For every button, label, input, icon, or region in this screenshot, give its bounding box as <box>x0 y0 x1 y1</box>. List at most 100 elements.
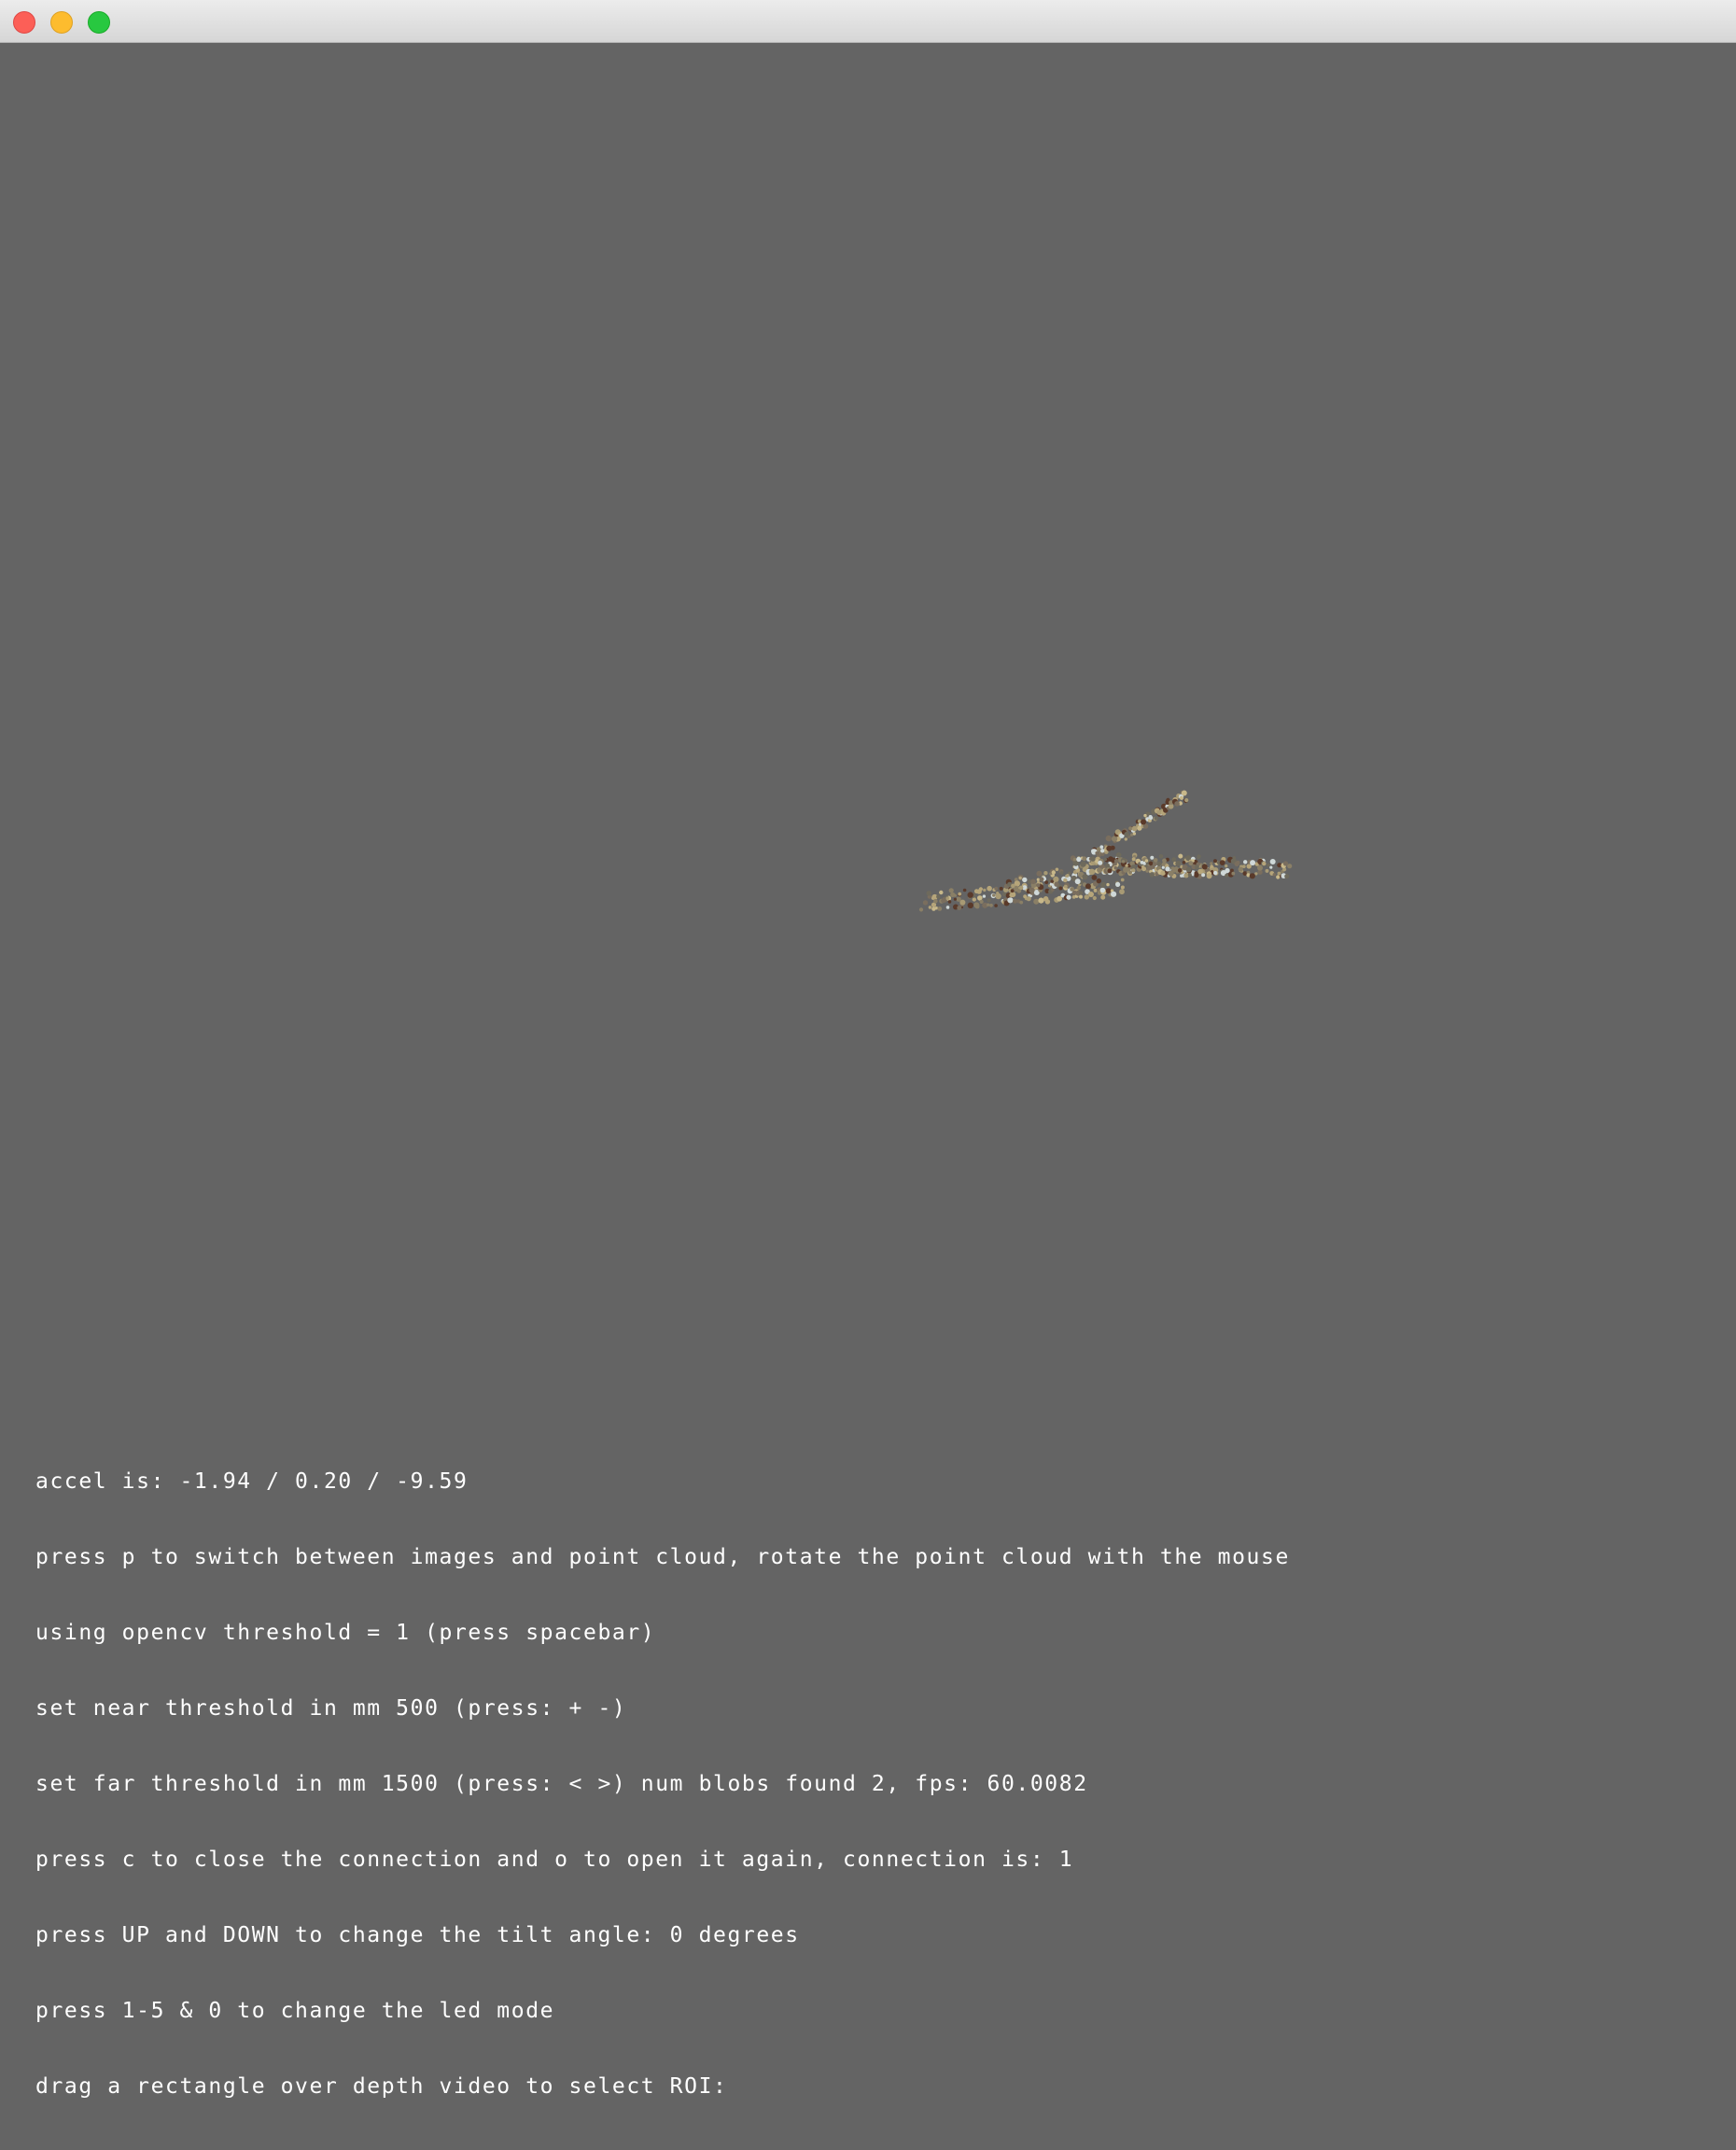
point <box>1106 845 1113 851</box>
point <box>1120 885 1125 890</box>
point <box>1175 860 1182 866</box>
point <box>1043 871 1048 876</box>
point <box>1085 883 1091 890</box>
point <box>1179 795 1184 800</box>
point <box>1039 877 1044 882</box>
point <box>1038 897 1044 904</box>
point <box>1269 865 1273 869</box>
zoom-button[interactable] <box>88 11 110 34</box>
point <box>1160 870 1166 876</box>
point <box>1009 892 1014 898</box>
point <box>1213 859 1217 864</box>
tilt-angle-hint: press UP and DOWN to change the tilt ang… <box>35 1923 800 1947</box>
view-toggle-hint: press p to switch between images and poi… <box>35 1545 1290 1569</box>
point <box>1050 879 1054 883</box>
point <box>1170 866 1175 871</box>
point <box>1120 878 1125 882</box>
point <box>1091 849 1096 854</box>
point <box>1007 897 1014 904</box>
point <box>1181 790 1187 796</box>
point <box>974 904 980 909</box>
point <box>953 893 957 897</box>
point <box>945 896 949 900</box>
point <box>1197 868 1203 875</box>
point <box>1113 865 1118 870</box>
point <box>1121 860 1126 864</box>
point <box>947 900 952 904</box>
point <box>994 886 999 891</box>
point <box>1183 873 1189 878</box>
point <box>1210 862 1213 865</box>
point-cloud-shape <box>918 790 1293 912</box>
point-cloud-viewport[interactable]: accel is: -1.94 / 0.20 / -9.59 press p t… <box>0 43 1736 2099</box>
point <box>1178 853 1183 859</box>
point <box>1276 875 1281 879</box>
point <box>1225 873 1229 878</box>
point <box>1168 870 1174 877</box>
point <box>1026 896 1031 902</box>
point <box>1201 873 1206 878</box>
point <box>1055 867 1059 872</box>
point <box>987 898 991 903</box>
point <box>1030 878 1036 885</box>
point <box>999 886 1003 891</box>
point <box>1088 868 1096 875</box>
point <box>1238 866 1243 872</box>
point <box>1153 858 1158 863</box>
point <box>1149 815 1154 821</box>
point <box>1054 881 1059 887</box>
point <box>1272 873 1277 877</box>
point <box>1106 882 1110 887</box>
point <box>936 894 941 899</box>
point <box>1029 887 1035 893</box>
point <box>1063 884 1068 889</box>
point <box>1095 851 1099 855</box>
point <box>1131 857 1136 862</box>
point <box>1044 899 1051 905</box>
point <box>948 888 954 893</box>
point <box>957 906 962 910</box>
near-threshold-hint: set near threshold in mm 500 (press: + -… <box>35 1696 627 1721</box>
close-button[interactable] <box>13 11 35 34</box>
title-bar[interactable] <box>0 0 1736 43</box>
far-threshold-readout: set far threshold in mm 1500 (press: < >… <box>35 1772 1088 1796</box>
point <box>1213 870 1218 876</box>
point <box>979 899 984 905</box>
point <box>1206 873 1212 879</box>
point <box>1059 871 1064 875</box>
point <box>1019 900 1024 905</box>
point <box>1269 859 1276 864</box>
point <box>1150 855 1155 860</box>
point <box>1115 881 1121 888</box>
point <box>1051 870 1057 875</box>
point <box>1099 887 1106 893</box>
point <box>1243 860 1248 864</box>
point <box>922 900 929 906</box>
point <box>1201 864 1208 870</box>
point <box>1265 868 1269 873</box>
point <box>1231 871 1236 876</box>
point <box>1107 868 1113 874</box>
point <box>992 893 996 897</box>
point <box>1076 856 1082 863</box>
point <box>1103 857 1107 862</box>
point <box>1113 859 1119 864</box>
point <box>1154 816 1158 821</box>
point <box>1161 865 1165 869</box>
point <box>1082 874 1088 880</box>
point <box>1072 857 1077 862</box>
point <box>1010 889 1015 893</box>
point <box>1098 860 1103 865</box>
point <box>1174 801 1180 807</box>
minimize-button[interactable] <box>50 11 73 34</box>
point <box>1131 868 1136 873</box>
point <box>962 888 967 892</box>
point <box>1111 891 1117 897</box>
point <box>1284 874 1290 879</box>
point <box>1131 825 1138 832</box>
point <box>1098 868 1101 873</box>
point <box>1079 894 1083 899</box>
point <box>1141 819 1146 825</box>
point <box>1197 854 1201 859</box>
point <box>1241 864 1246 868</box>
